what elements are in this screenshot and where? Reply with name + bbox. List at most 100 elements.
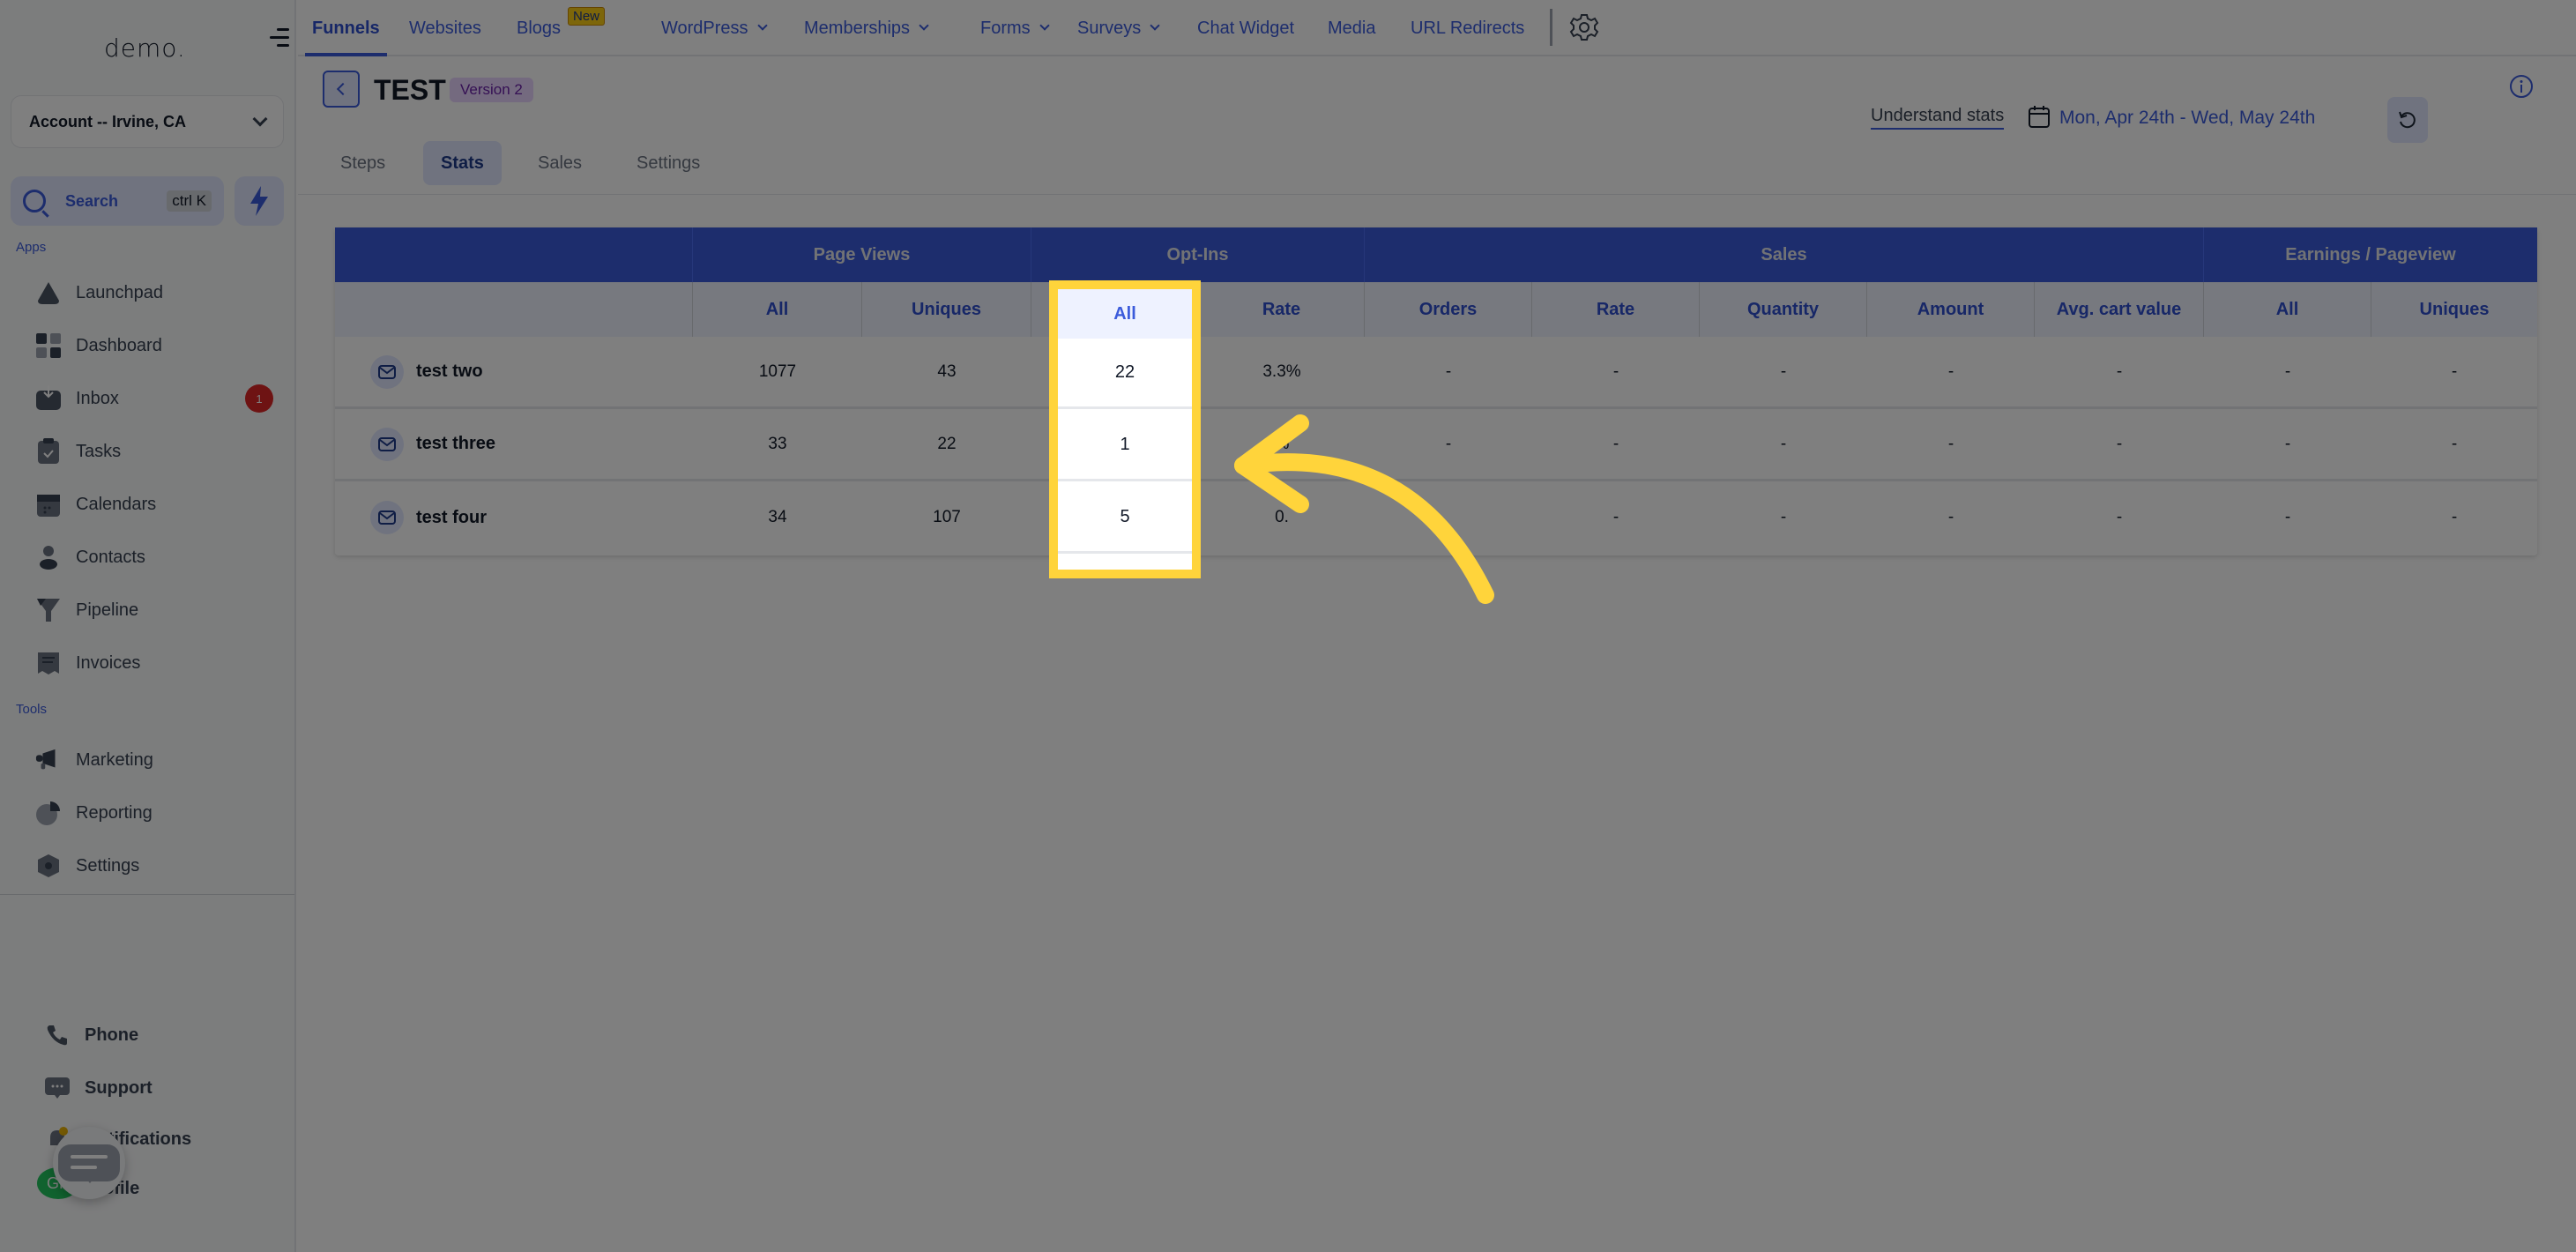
nav-tab-chat-widget[interactable]: Chat Widget	[1197, 0, 1294, 56]
cell-optins-rate: 3.3%	[1262, 361, 1301, 381]
sidebar-item-calendars[interactable]: Calendars	[35, 487, 273, 522]
sidebar-divider	[0, 894, 294, 895]
sidebar-item-label: Marketing	[76, 749, 153, 770]
nav-tab-wordpress[interactable]: WordPress	[661, 0, 768, 56]
sidebar-item-marketing[interactable]: Marketing	[35, 742, 273, 778]
sidebar-item-dashboard[interactable]: Dashboard	[35, 328, 273, 363]
nav-tab-label: Websites	[409, 18, 481, 38]
table-row[interactable]: test four 34 107 5 0. - - - - - -	[335, 481, 2537, 554]
sidebar-item-label: Contacts	[76, 547, 145, 567]
email-icon	[370, 501, 404, 534]
nav-tab-funnels[interactable]: Funnels	[305, 0, 387, 56]
sidebar-item-inbox[interactable]: Inbox 1	[35, 381, 273, 416]
cell-earnings-uniques: -	[2451, 434, 2458, 453]
tools-section-label: Tools	[16, 702, 48, 717]
nav-tab-media[interactable]: Media	[1328, 0, 1375, 56]
cell-sales-rate: -	[1612, 361, 1619, 381]
sidebar-item-settings[interactable]: Settings	[35, 848, 273, 883]
cell-earnings-uniques: -	[2451, 361, 2458, 381]
cell-sales-rate: -	[1612, 434, 1619, 453]
cell-sales-quantity: -	[1780, 434, 1787, 453]
cell-sales-orders: -	[1445, 434, 1452, 453]
date-range-picker[interactable]: Mon, Apr 24th - Wed, May 24th	[2059, 108, 2315, 129]
sidebar-item-label: Tasks	[76, 441, 122, 461]
sidebar-item-launchpad[interactable]: Launchpad	[35, 275, 273, 310]
cell-pageviews-uniques: 22	[937, 434, 957, 453]
nav-tab-label: Surveys	[1077, 18, 1142, 38]
cell-earnings-all: -	[2284, 361, 2291, 381]
cell-optins-rate: 0.	[1275, 508, 1289, 526]
cell-sales-rate: -	[1612, 508, 1619, 526]
table-group-header: Page Views Opt-Ins Sales Earnings / Page…	[335, 227, 2537, 282]
column-header-sales-quantity[interactable]: Quantity	[1700, 282, 1867, 337]
sidebar-item-contacts[interactable]: Contacts	[35, 540, 273, 575]
sidebar-item-invoices[interactable]: Invoices	[35, 645, 273, 681]
menu-toggle-icon[interactable]	[268, 26, 289, 48]
sidebar-item-label: Inbox	[76, 388, 119, 408]
nav-separator	[1550, 9, 1552, 46]
step-name: test two	[416, 361, 483, 381]
nav-tab-forms[interactable]: Forms	[980, 0, 1050, 56]
chat-widget-button[interactable]	[53, 1127, 125, 1199]
cell-sales-amount: -	[1947, 361, 1954, 381]
column-header-earnings-uniques[interactable]: Uniques	[2371, 282, 2537, 337]
table-row[interactable]: test three 33 22 1 % - - - - - - -	[335, 409, 2537, 481]
tab-stats[interactable]: Stats	[423, 141, 502, 185]
refresh-button[interactable]	[2387, 97, 2428, 143]
search-icon	[23, 190, 46, 212]
back-button[interactable]	[323, 71, 360, 108]
nav-tab-label: Memberships	[804, 18, 911, 38]
chevron-down-icon	[919, 20, 929, 31]
column-header-sales-amount[interactable]: Amount	[1867, 282, 2035, 337]
quick-actions-button[interactable]	[235, 176, 284, 226]
column-header-avg-cart-value[interactable]: Avg. cart value	[2035, 282, 2204, 337]
nav-tab-label: Blogs	[517, 18, 562, 38]
highlighted-cell: 5	[1058, 483, 1192, 554]
table-row[interactable]: test two 1077 43 22 3.3% - - - - - - -	[335, 337, 2537, 409]
column-header-earnings-all[interactable]: All	[2204, 282, 2371, 337]
nav-tab-label: Funnels	[312, 18, 380, 38]
tab-settings[interactable]: Settings	[619, 141, 718, 185]
column-header-name	[335, 282, 693, 337]
column-header-optins-rate[interactable]: Rate	[1199, 282, 1365, 337]
sidebar-item-label: Dashboard	[76, 335, 162, 355]
nav-tab-surveys[interactable]: Surveys	[1077, 0, 1160, 56]
receipt-icon	[35, 650, 62, 676]
cell-pageviews-uniques: 43	[937, 361, 957, 381]
funnel-icon	[35, 597, 62, 623]
sidebar-item-pipeline[interactable]: Pipeline	[35, 592, 273, 628]
column-header-sales-orders[interactable]: Orders	[1365, 282, 1532, 337]
tab-sales[interactable]: Sales	[520, 141, 599, 185]
calendar-icon	[2029, 106, 2050, 128]
column-header-pageviews-all[interactable]: All	[693, 282, 862, 337]
understand-stats-link[interactable]: Understand stats	[1871, 106, 2005, 130]
cell-pageviews-all: 34	[768, 508, 787, 526]
logo: demo.	[104, 34, 186, 63]
sidebar-item-reporting[interactable]: Reporting	[35, 795, 273, 831]
step-name: test four	[416, 507, 487, 527]
nav-tab-websites[interactable]: Websites	[409, 0, 481, 56]
sidebar-item-label: Settings	[76, 855, 140, 876]
cell-sales-orders: -	[1445, 361, 1452, 381]
cell-pageviews-uniques: 107	[933, 508, 961, 526]
nav-tab-label: Forms	[980, 18, 1031, 38]
info-icon[interactable]	[2509, 74, 2534, 99]
sidebar-item-label: Calendars	[76, 494, 157, 514]
page-title: TEST	[374, 74, 446, 106]
search-button[interactable]: Search ctrl K	[11, 176, 224, 226]
sidebar-item-tasks[interactable]: Tasks	[35, 434, 273, 469]
nav-tab-blogs[interactable]: Blogs	[517, 0, 561, 56]
column-header-sales-rate[interactable]: Rate	[1532, 282, 1700, 337]
sidebar-item-support[interactable]: Support	[44, 1070, 282, 1106]
nav-tab-label: URL Redirects	[1411, 18, 1525, 38]
email-icon	[370, 354, 404, 389]
step-name-cell: test four	[335, 481, 693, 554]
sidebar-item-phone[interactable]: Phone	[44, 1017, 282, 1053]
gear-icon[interactable]	[1569, 12, 1599, 42]
account-switcher[interactable]: Account -- Irvine, CA	[11, 95, 284, 148]
column-header-pageviews-uniques[interactable]: Uniques	[862, 282, 1031, 337]
nav-tab-url-redirects[interactable]: URL Redirects	[1411, 0, 1524, 56]
group-header-sales: Sales	[1365, 227, 2204, 282]
nav-tab-memberships[interactable]: Memberships	[804, 0, 929, 56]
tab-steps[interactable]: Steps	[323, 141, 403, 185]
